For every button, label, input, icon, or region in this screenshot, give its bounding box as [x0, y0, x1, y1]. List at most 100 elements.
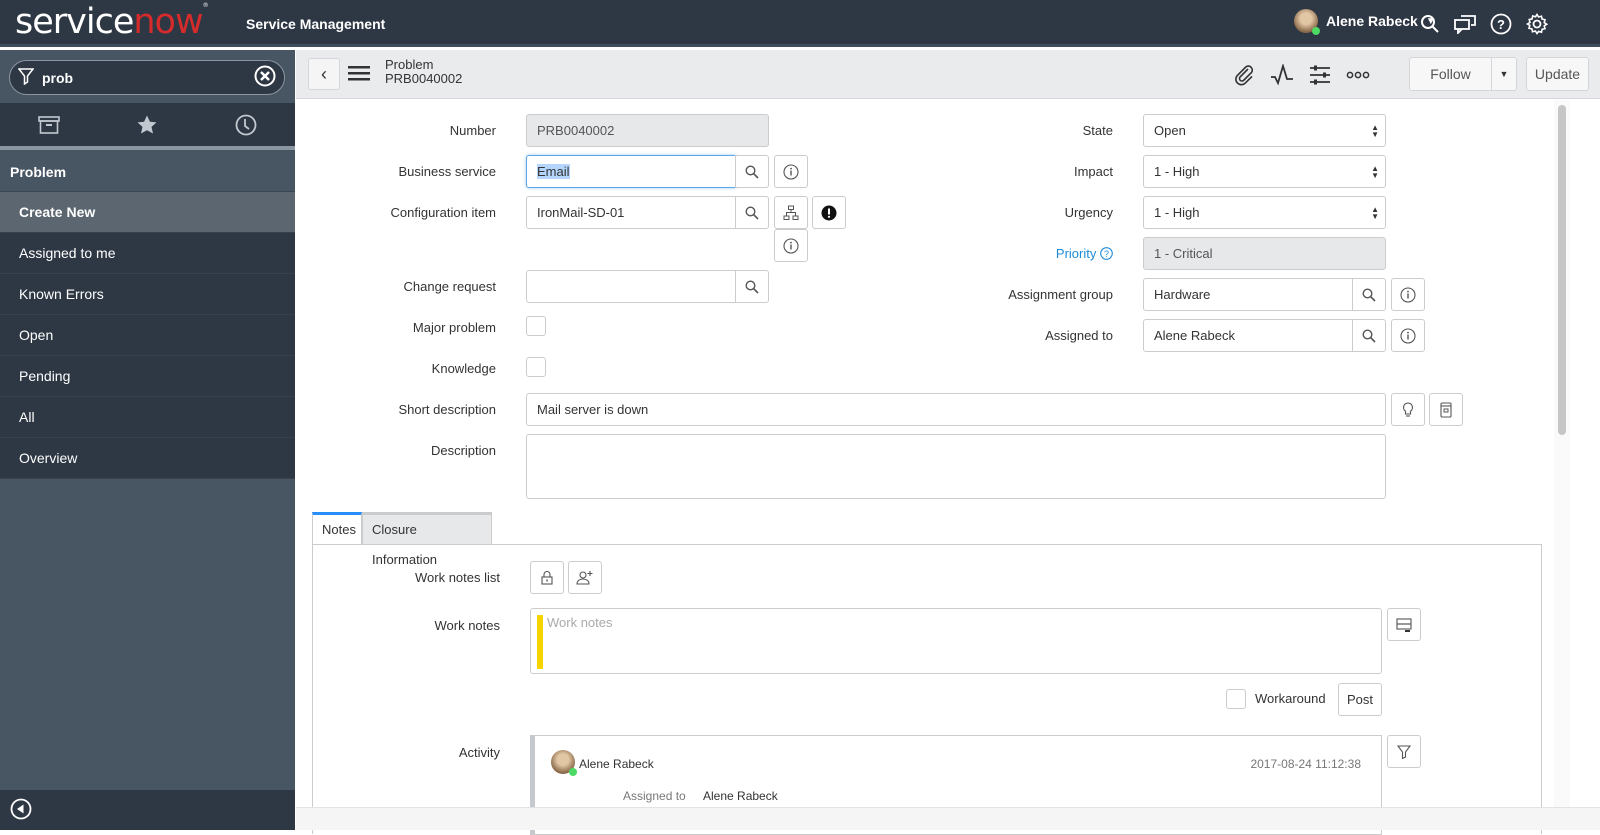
info-icon [1400, 327, 1416, 344]
work-notes-textarea[interactable] [547, 615, 1375, 667]
nav-item-known-errors[interactable]: Known Errors [0, 274, 295, 315]
context-menu-icon[interactable] [348, 64, 370, 85]
description-field[interactable] [526, 434, 1386, 499]
follow-button[interactable]: Follow [1409, 57, 1492, 91]
nav-section-problem[interactable]: Problem [0, 152, 295, 192]
chevron-left-icon: ‹ [321, 63, 327, 84]
urgency-select[interactable]: 1 - High ▲ ▼ [1143, 196, 1386, 229]
business-service-lookup-button[interactable] [735, 155, 769, 188]
change-request-field[interactable] [526, 270, 736, 303]
caret-down-icon: ▼ [1499, 69, 1509, 79]
business-service-field[interactable]: Email [526, 155, 736, 188]
show-all-journal-fields-button[interactable] [1387, 608, 1421, 641]
all-apps-icon[interactable] [19, 105, 79, 145]
work-notes-list-label: Work notes list [414, 570, 500, 585]
update-button[interactable]: Update [1526, 57, 1589, 91]
user-avatar [1294, 9, 1320, 35]
info-icon [1400, 286, 1416, 303]
configuration-item-info-button[interactable] [774, 229, 808, 262]
chat-icon[interactable] [1452, 11, 1478, 37]
gear-icon[interactable] [1524, 11, 1550, 37]
short-description-field[interactable]: Mail server is down [526, 393, 1386, 426]
tab-notes[interactable]: Notes [312, 512, 362, 545]
work-notes-list-lock-button[interactable] [530, 561, 564, 594]
app-name: Service Management [246, 16, 386, 32]
add-user-icon [576, 570, 593, 585]
activity-user-name: Alene Rabeck [579, 757, 654, 771]
suggestion-button[interactable] [1429, 393, 1463, 426]
nav-item-overview[interactable]: Overview [0, 438, 295, 479]
activity-pulse-icon[interactable] [1269, 62, 1295, 88]
knowledge-label: Knowledge [431, 361, 496, 376]
navigator-tabs [0, 103, 295, 150]
navigator-filter [9, 60, 285, 95]
search-icon[interactable] [1417, 11, 1443, 37]
urgency-label: Urgency [1064, 205, 1113, 220]
nav-item-all[interactable]: All [0, 397, 295, 438]
priority-field[interactable]: 1 - Critical [1143, 237, 1386, 270]
servicenow-logo[interactable]: servicenow® [15, 2, 209, 42]
svg-text:?: ? [1104, 249, 1109, 259]
assigned-to-info-button[interactable] [1391, 319, 1425, 352]
personalize-sliders-icon[interactable] [1307, 62, 1333, 88]
major-problem-label: Major problem [412, 320, 496, 335]
follow-dropdown-button[interactable]: ▼ [1491, 57, 1517, 91]
logo-text-now: now [133, 2, 203, 42]
configuration-item-lookup-button[interactable] [735, 196, 769, 229]
help-icon: ? [1100, 247, 1113, 260]
user-menu[interactable]: Alene Rabeck ▼ [1294, 9, 1436, 35]
priority-label-text: Priority [1055, 246, 1097, 261]
configuration-item-alert-button[interactable] [812, 196, 846, 229]
clear-filter-icon[interactable] [254, 65, 276, 90]
scrollbar-thumb[interactable] [1558, 105, 1566, 435]
nav-item-pending[interactable]: Pending [0, 356, 295, 397]
state-label: State [1082, 123, 1113, 138]
search-icon [745, 164, 759, 179]
assigned-to-lookup-button[interactable] [1352, 319, 1386, 352]
assignment-group-info-button[interactable] [1391, 278, 1425, 311]
navigator-filter-input[interactable] [42, 69, 254, 86]
assigned-to-field[interactable]: Alene Rabeck [1143, 319, 1353, 352]
lock-icon [541, 570, 553, 585]
business-service-info-button[interactable] [774, 155, 808, 188]
configuration-item-label: Configuration item [390, 205, 497, 220]
favorites-star-icon[interactable] [117, 105, 177, 145]
history-clock-icon[interactable] [216, 105, 276, 145]
back-button[interactable]: ‹ [308, 58, 340, 90]
state-select[interactable]: Open ▲ ▼ [1143, 114, 1386, 147]
search-knowledge-button[interactable] [1391, 393, 1425, 426]
knowledge-checkbox[interactable] [526, 357, 546, 377]
attachment-paperclip-icon[interactable] [1231, 62, 1257, 88]
more-options-icon[interactable] [1345, 62, 1371, 88]
application-navigator: Problem Create New Assigned to me Known … [0, 50, 295, 830]
select-arrows-icon: ▲ ▼ [1371, 205, 1379, 221]
nav-item-create-new[interactable]: Create New [0, 192, 295, 233]
change-request-lookup-button[interactable] [735, 270, 769, 303]
post-button[interactable]: Post [1338, 683, 1382, 716]
impact-select[interactable]: 1 - High ▲ ▼ [1143, 155, 1386, 188]
description-label: Description [430, 443, 496, 458]
add-me-to-work-notes-button[interactable] [568, 561, 602, 594]
activity-label: Activity [458, 745, 500, 760]
configuration-item-field[interactable]: IronMail-SD-01 [526, 196, 736, 229]
help-icon[interactable]: ? [1488, 11, 1514, 37]
nav-item-open[interactable]: Open [0, 315, 295, 356]
exclamation-circle-icon [821, 205, 837, 220]
assignment-group-lookup-button[interactable] [1352, 278, 1386, 311]
nav-item-assigned-to-me[interactable]: Assigned to me [0, 233, 295, 274]
priority-label[interactable]: Priority ? [913, 246, 1113, 261]
workaround-checkbox[interactable] [1226, 689, 1246, 709]
search-icon [745, 205, 759, 220]
major-problem-checkbox[interactable] [526, 316, 546, 336]
number-field[interactable]: PRB0040002 [526, 114, 769, 147]
change-request-label: Change request [403, 279, 496, 294]
template-icon [1440, 401, 1452, 418]
assignment-group-field[interactable]: Hardware [1143, 278, 1353, 311]
select-arrows-icon: ▲ ▼ [1371, 164, 1379, 180]
filter-icon [1397, 744, 1411, 759]
activity-filter-button[interactable] [1387, 735, 1421, 768]
tab-closure-information[interactable]: Closure Information [362, 512, 492, 567]
dependency-map-button[interactable] [774, 196, 808, 229]
collapse-navigator-icon[interactable] [10, 798, 32, 823]
navigator-footer [0, 790, 295, 830]
